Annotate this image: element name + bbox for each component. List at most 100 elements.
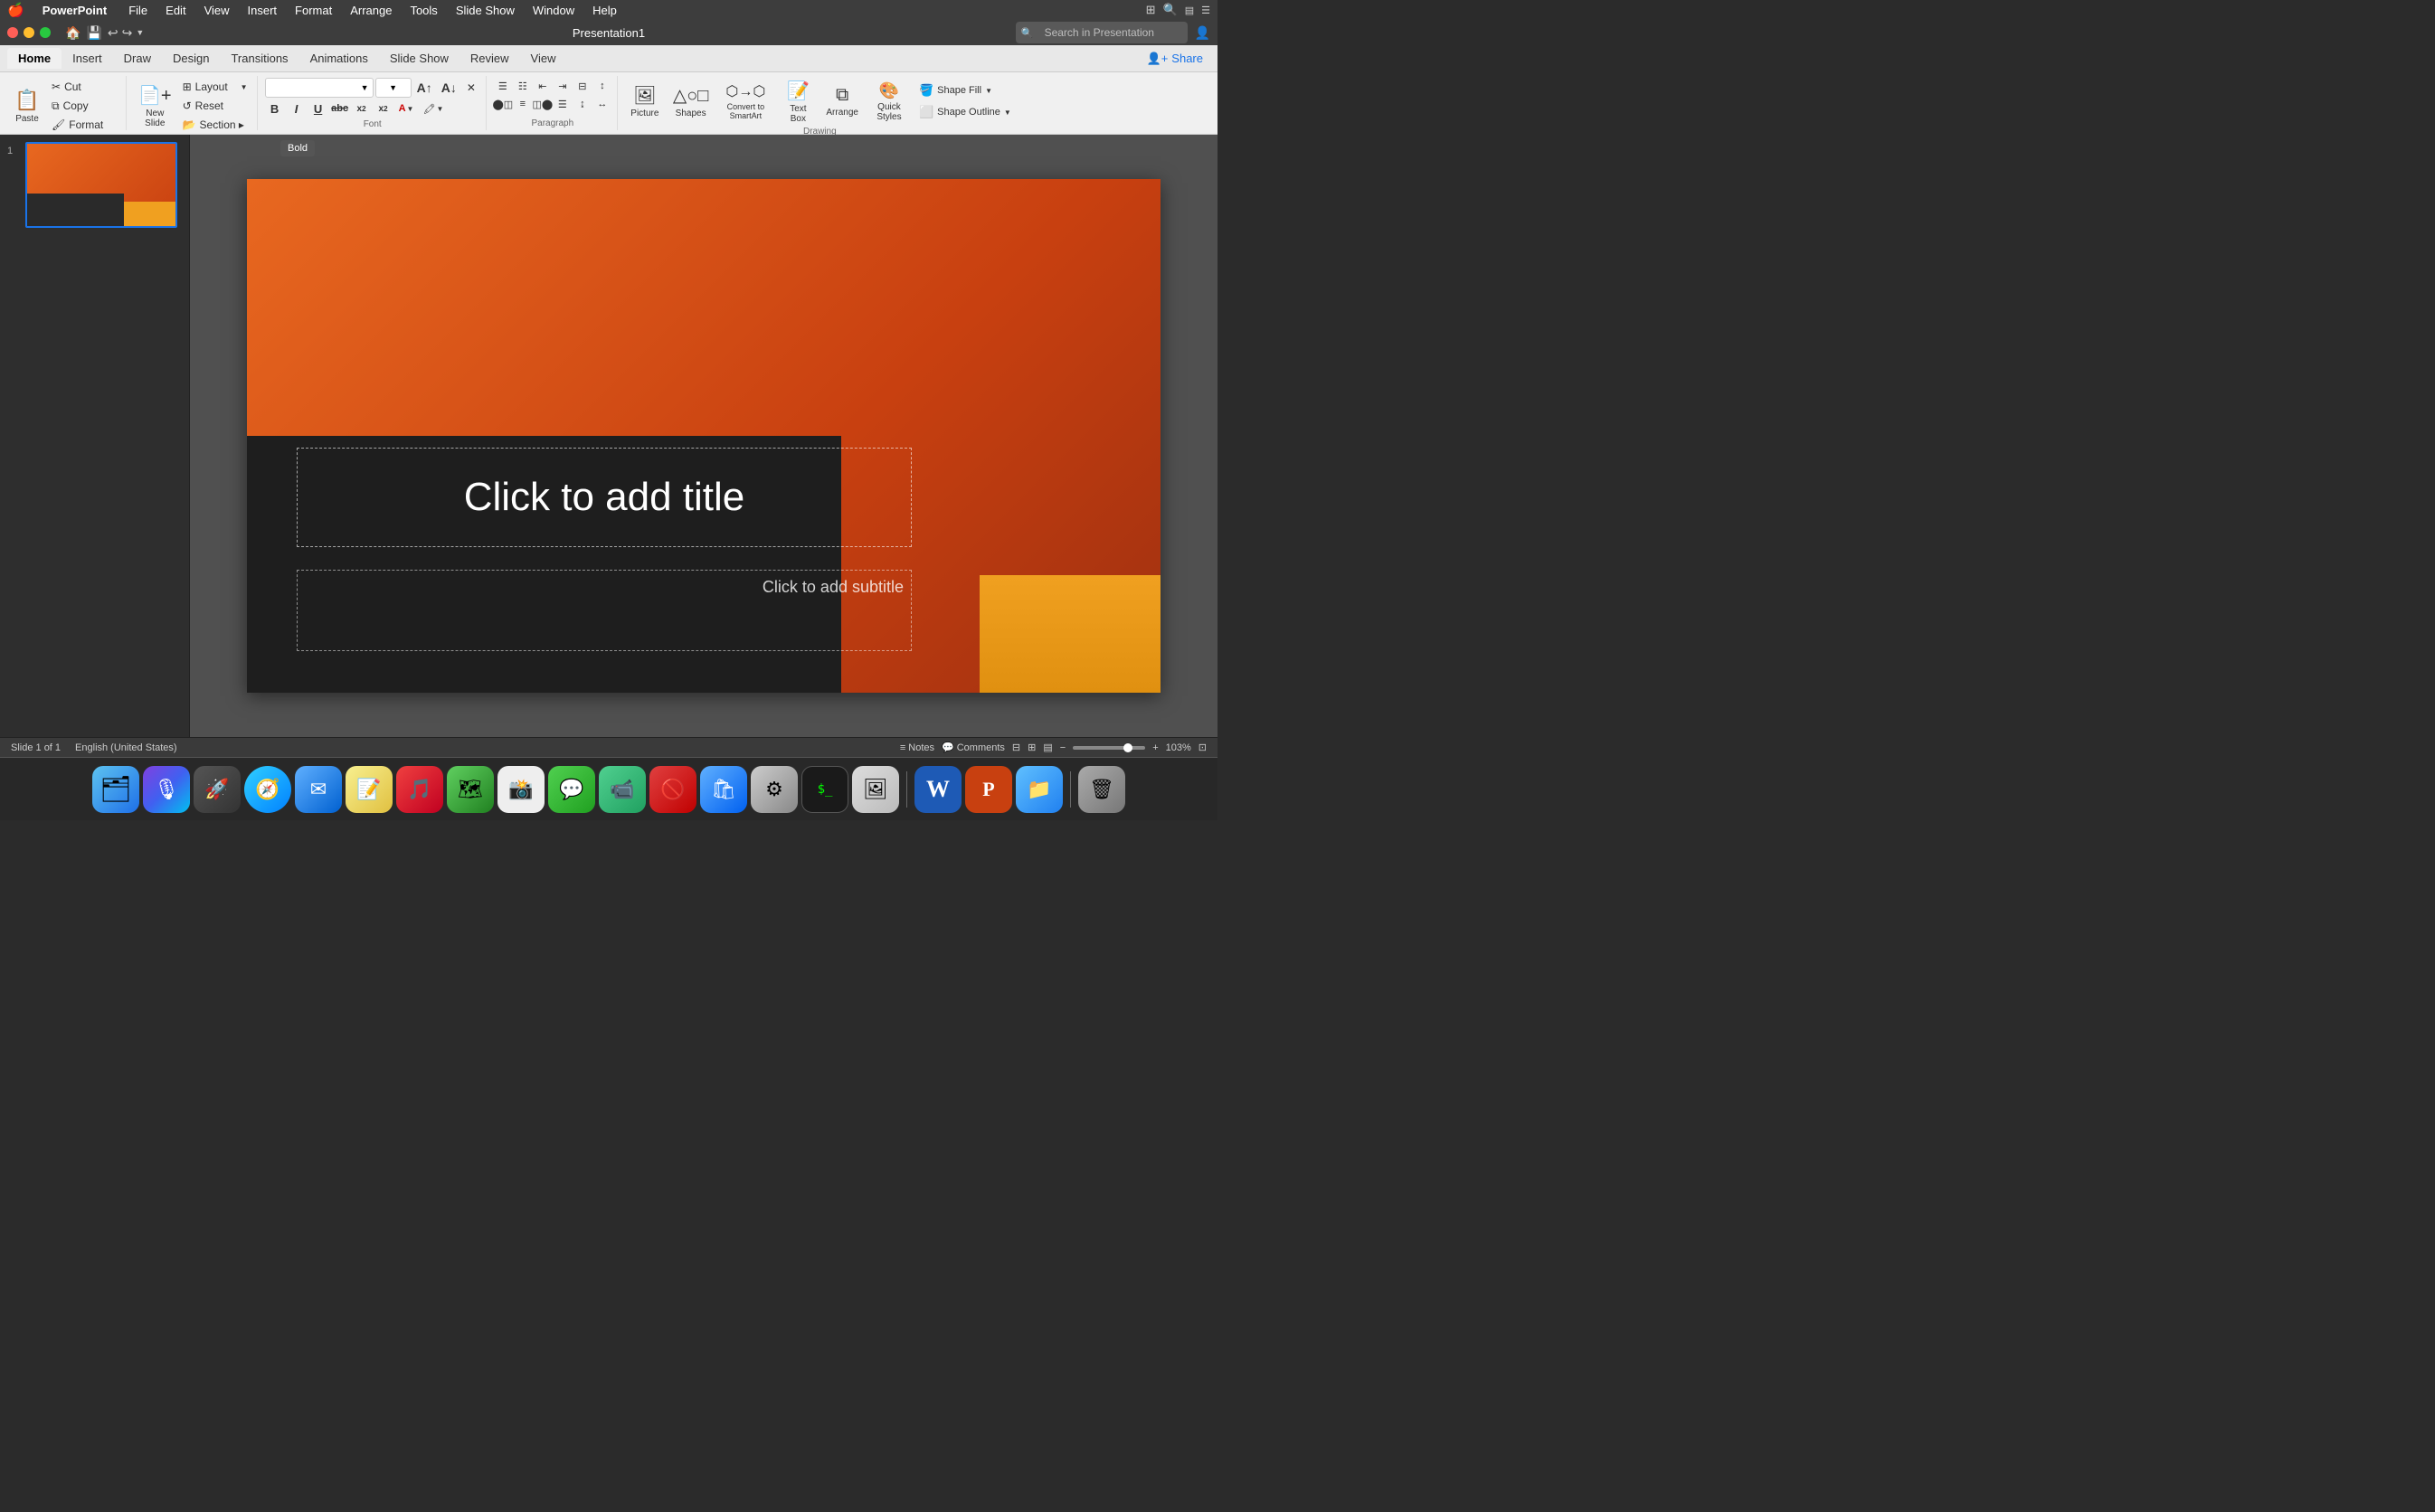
underline-button[interactable]: U <box>308 99 328 118</box>
dock-item-finder[interactable]: 🗂 <box>92 766 139 813</box>
menu-file[interactable]: File <box>121 2 155 19</box>
slide-title-placeholder[interactable]: Click to add title <box>297 448 912 547</box>
tab-home[interactable]: Home <box>7 48 62 69</box>
view-normal-icon[interactable]: ⊟ <box>1012 742 1020 753</box>
tab-review[interactable]: Review <box>460 48 520 69</box>
align-right-button[interactable]: ◫⬤ <box>534 96 552 112</box>
dock-item-launchpad[interactable]: 🚀 <box>194 766 241 813</box>
slide-subtitle-placeholder[interactable]: Click to add subtitle <box>297 570 912 651</box>
italic-button[interactable]: I <box>287 99 307 118</box>
minimize-button[interactable] <box>24 27 34 38</box>
share-button[interactable]: 👤+ Share <box>1147 52 1210 66</box>
dock-item-facetime[interactable]: 📹 <box>599 766 646 813</box>
tab-draw[interactable]: Draw <box>113 48 162 69</box>
menu-slideshow[interactable]: Slide Show <box>449 2 522 19</box>
text-highlight-dropdown[interactable]: 🖍 ▼ <box>419 99 447 118</box>
presentation-search-input[interactable] <box>1037 24 1182 42</box>
menu-edit[interactable]: Edit <box>158 2 193 19</box>
subscript-button[interactable]: x2 <box>352 99 372 118</box>
font-family-dropdown-icon[interactable]: ▼ <box>361 83 369 92</box>
highlight-dropdown-icon[interactable]: ▼ <box>436 105 443 113</box>
dock-item-files[interactable]: 📁 <box>1016 766 1063 813</box>
menu-format[interactable]: Format <box>288 2 339 19</box>
close-button[interactable] <box>7 27 18 38</box>
columns-button[interactable]: ⊟ <box>573 78 592 94</box>
justify-button[interactable]: ☰ <box>554 96 572 112</box>
menu-insert[interactable]: Insert <box>241 2 285 19</box>
dock-item-powerpoint[interactable]: P <box>965 766 1012 813</box>
section-button[interactable]: 📂 Section ▸ <box>179 116 251 134</box>
dock-item-notes[interactable]: 📝 <box>346 766 393 813</box>
tab-view[interactable]: View <box>520 48 567 69</box>
undo-icon[interactable]: ↩ <box>108 25 118 41</box>
quick-styles-button[interactable]: 🎨 QuickStyles <box>867 78 912 125</box>
tab-insert[interactable]: Insert <box>62 48 113 69</box>
dock-item-messages[interactable]: 💬 <box>548 766 595 813</box>
numbered-button[interactable]: ☷ <box>514 78 532 94</box>
textbox-button[interactable]: 📝 TextBox <box>778 78 818 125</box>
comments-button[interactable]: 💬 Comments <box>942 742 1005 753</box>
align-left-button[interactable]: ⬤◫ <box>494 96 512 112</box>
convert-smartart-button[interactable]: ⬡→⬡ Convert toSmartArt <box>716 78 774 125</box>
notes-button[interactable]: ≡ Notes <box>900 742 934 753</box>
new-slide-button[interactable]: 📄+ NewSlide <box>134 82 176 129</box>
cut-button[interactable]: ✂ Cut <box>48 78 120 96</box>
paste-button[interactable]: 📋 Paste <box>9 82 45 129</box>
search-icon[interactable]: 🔍 <box>1163 3 1178 17</box>
font-grow-button[interactable]: A↑ <box>413 79 436 97</box>
fit-window-button[interactable]: ⊡ <box>1199 742 1207 753</box>
zoom-in-button[interactable]: + <box>1152 742 1158 753</box>
superscript-button[interactable]: x2 <box>374 99 393 118</box>
save-icon[interactable]: 💾 <box>86 25 101 41</box>
strikethrough-button[interactable]: abc <box>330 99 350 118</box>
apple-logo-icon[interactable]: 🍎 <box>7 2 24 18</box>
view-grid-icon[interactable]: ⊞ <box>1028 742 1036 753</box>
slide-thumb-image-1[interactable] <box>25 142 177 228</box>
copy-button[interactable]: ⧉ Copy <box>48 97 120 115</box>
dock-item-trash[interactable]: 🗑 <box>1078 766 1125 813</box>
user-icon[interactable]: 👤 <box>1195 25 1210 41</box>
undo-dropdown-icon[interactable]: ▼ <box>136 28 144 37</box>
font-size-dropdown-icon[interactable]: ▼ <box>389 83 397 92</box>
picture-button[interactable]: 🖼 Picture <box>625 78 665 125</box>
menu-app-name[interactable]: PowerPoint <box>35 2 115 19</box>
canvas-area[interactable]: Click to add title Click to add subtitle <box>190 135 1218 737</box>
outdent-button[interactable]: ⇤ <box>534 78 552 94</box>
font-size-selector[interactable]: ▼ <box>375 78 412 98</box>
redo-icon[interactable]: ↪ <box>122 25 133 41</box>
tab-slideshow[interactable]: Slide Show <box>379 48 460 69</box>
shape-fill-dropdown-icon[interactable]: ▼ <box>985 87 992 95</box>
dock-item-terminal[interactable]: $_ <box>801 766 848 813</box>
control-center-icon[interactable]: ⊞ <box>1146 3 1156 17</box>
format-painter-button[interactable]: 🖌 Format <box>48 116 120 134</box>
line-spacing-button[interactable]: ↕ <box>593 78 611 94</box>
reset-button[interactable]: ↺ Reset <box>179 97 251 115</box>
zoom-slider[interactable] <box>1073 746 1145 750</box>
tab-transitions[interactable]: Transitions <box>220 48 298 69</box>
dock-item-appstore[interactable]: 🛍 <box>700 766 747 813</box>
shape-outline-dropdown-icon[interactable]: ▼ <box>1004 109 1011 117</box>
shape-fill-button[interactable]: 🪣 Shape Fill ▼ <box>915 81 1015 99</box>
dock-item-sysprefs[interactable]: ⚙ <box>751 766 798 813</box>
slide-canvas[interactable]: Click to add title Click to add subtitle <box>247 179 1161 693</box>
menu-tools[interactable]: Tools <box>403 2 444 19</box>
maximize-button[interactable] <box>40 27 51 38</box>
dock-item-dnd[interactable]: 🚫 <box>649 766 696 813</box>
shapes-button[interactable]: △○□ Shapes <box>668 78 714 125</box>
dock-item-safari[interactable]: 🧭 <box>244 766 291 813</box>
text-direction-button[interactable]: ↔ <box>593 96 611 112</box>
align-center-button[interactable]: ≡ <box>514 96 532 112</box>
menu-help[interactable]: Help <box>585 2 624 19</box>
font-shrink-button[interactable]: A↓ <box>438 79 460 97</box>
layout-button[interactable]: ⊞ Layout ▼ <box>179 78 251 96</box>
home-icon[interactable]: 🏠 <box>65 25 81 41</box>
zoom-out-button[interactable]: − <box>1060 742 1066 753</box>
view-presenter-icon[interactable]: ▤ <box>1043 742 1052 753</box>
indent-button[interactable]: ⇥ <box>554 78 572 94</box>
font-color-dropdown-icon[interactable]: ▼ <box>407 105 414 113</box>
font-family-selector[interactable]: ▼ <box>265 78 374 98</box>
shape-outline-button[interactable]: ⬜ Shape Outline ▼ <box>915 103 1015 121</box>
dock-item-music[interactable]: 🎵 <box>396 766 443 813</box>
tab-design[interactable]: Design <box>162 48 220 69</box>
bullets-button[interactable]: ☰ <box>494 78 512 94</box>
